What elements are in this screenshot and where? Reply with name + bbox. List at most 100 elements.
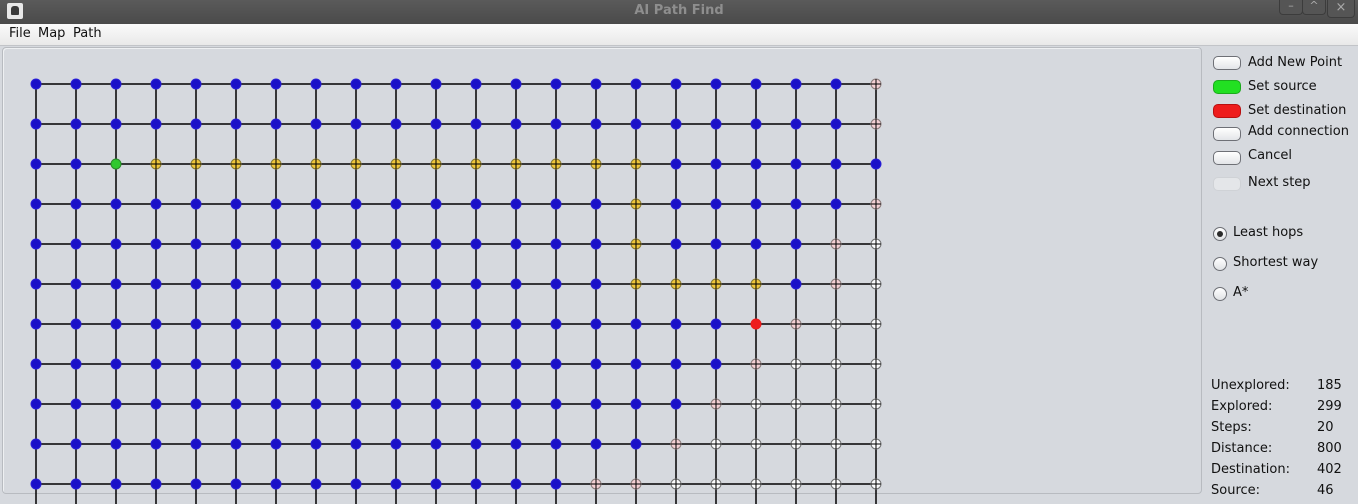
node-explored[interactable]: [230, 398, 242, 410]
node-explored[interactable]: [510, 318, 522, 330]
node-explored[interactable]: [470, 198, 482, 210]
node-explored[interactable]: [710, 238, 722, 250]
node-explored[interactable]: [550, 238, 562, 250]
shortest-way-label[interactable]: Shortest way: [1233, 255, 1318, 270]
node-explored[interactable]: [70, 118, 82, 130]
node-explored[interactable]: [30, 478, 42, 490]
node-explored[interactable]: [310, 438, 322, 450]
node-explored[interactable]: [790, 118, 802, 130]
node-explored[interactable]: [230, 118, 242, 130]
node-explored[interactable]: [310, 278, 322, 290]
node-explored[interactable]: [350, 438, 362, 450]
node-explored[interactable]: [70, 398, 82, 410]
node-explored[interactable]: [590, 438, 602, 450]
node-explored[interactable]: [430, 318, 442, 330]
node-explored[interactable]: [710, 358, 722, 370]
node-explored[interactable]: [270, 358, 282, 370]
node-explored[interactable]: [30, 198, 42, 210]
node-explored[interactable]: [110, 238, 122, 250]
node-explored[interactable]: [310, 318, 322, 330]
node-explored[interactable]: [270, 438, 282, 450]
node-explored[interactable]: [590, 78, 602, 90]
node-explored[interactable]: [670, 318, 682, 330]
node-explored[interactable]: [190, 398, 202, 410]
node-explored[interactable]: [30, 158, 42, 170]
node-explored[interactable]: [670, 158, 682, 170]
node-explored[interactable]: [230, 318, 242, 330]
node-explored[interactable]: [110, 78, 122, 90]
node-explored[interactable]: [150, 478, 162, 490]
node-explored[interactable]: [110, 358, 122, 370]
node-explored[interactable]: [830, 118, 842, 130]
node-explored[interactable]: [830, 158, 842, 170]
node-explored[interactable]: [110, 198, 122, 210]
node-explored[interactable]: [510, 278, 522, 290]
node-explored[interactable]: [710, 118, 722, 130]
add-new-point-label[interactable]: Add New Point: [1248, 55, 1342, 70]
node-explored[interactable]: [790, 78, 802, 90]
node-explored[interactable]: [110, 318, 122, 330]
node-explored[interactable]: [470, 358, 482, 370]
node-explored[interactable]: [670, 238, 682, 250]
node-explored[interactable]: [710, 198, 722, 210]
node-explored[interactable]: [430, 358, 442, 370]
node-explored[interactable]: [590, 398, 602, 410]
node-explored[interactable]: [510, 398, 522, 410]
node-explored[interactable]: [150, 318, 162, 330]
node-explored[interactable]: [510, 238, 522, 250]
node-explored[interactable]: [550, 398, 562, 410]
node-explored[interactable]: [190, 238, 202, 250]
node-explored[interactable]: [670, 118, 682, 130]
node-explored[interactable]: [670, 358, 682, 370]
node-explored[interactable]: [830, 198, 842, 210]
node-explored[interactable]: [510, 478, 522, 490]
node-explored[interactable]: [350, 78, 362, 90]
node-explored[interactable]: [630, 78, 642, 90]
node-explored[interactable]: [350, 358, 362, 370]
node-explored[interactable]: [230, 238, 242, 250]
node-explored[interactable]: [230, 358, 242, 370]
node-explored[interactable]: [30, 78, 42, 90]
node-explored[interactable]: [70, 198, 82, 210]
node-explored[interactable]: [470, 78, 482, 90]
next-step-label[interactable]: Next step: [1248, 175, 1311, 190]
node-explored[interactable]: [390, 278, 402, 290]
node-explored[interactable]: [150, 78, 162, 90]
node-explored[interactable]: [470, 478, 482, 490]
node-explored[interactable]: [670, 78, 682, 90]
node-explored[interactable]: [550, 278, 562, 290]
node-explored[interactable]: [310, 118, 322, 130]
cancel-label[interactable]: Cancel: [1248, 148, 1292, 163]
node-explored[interactable]: [110, 118, 122, 130]
node-explored[interactable]: [430, 478, 442, 490]
node-explored[interactable]: [750, 158, 762, 170]
node-explored[interactable]: [550, 198, 562, 210]
node-explored[interactable]: [350, 398, 362, 410]
node-explored[interactable]: [630, 358, 642, 370]
node-explored[interactable]: [510, 358, 522, 370]
node-explored[interactable]: [590, 238, 602, 250]
node-explored[interactable]: [150, 278, 162, 290]
set-source-label[interactable]: Set source: [1248, 79, 1317, 94]
node-explored[interactable]: [750, 78, 762, 90]
node-explored[interactable]: [390, 358, 402, 370]
node-explored[interactable]: [150, 398, 162, 410]
cancel-button[interactable]: [1213, 151, 1241, 165]
node-explored[interactable]: [230, 278, 242, 290]
node-explored[interactable]: [590, 318, 602, 330]
node-explored[interactable]: [190, 318, 202, 330]
node-explored[interactable]: [70, 438, 82, 450]
node-explored[interactable]: [470, 278, 482, 290]
node-explored[interactable]: [430, 438, 442, 450]
add-connection-button[interactable]: [1213, 127, 1241, 141]
node-explored[interactable]: [190, 278, 202, 290]
node-explored[interactable]: [390, 318, 402, 330]
node-explored[interactable]: [750, 238, 762, 250]
set-source-button[interactable]: [1213, 80, 1241, 94]
node-explored[interactable]: [790, 238, 802, 250]
node-explored[interactable]: [510, 438, 522, 450]
node-explored[interactable]: [430, 78, 442, 90]
node-explored[interactable]: [30, 278, 42, 290]
node-explored[interactable]: [390, 438, 402, 450]
node-explored[interactable]: [710, 318, 722, 330]
